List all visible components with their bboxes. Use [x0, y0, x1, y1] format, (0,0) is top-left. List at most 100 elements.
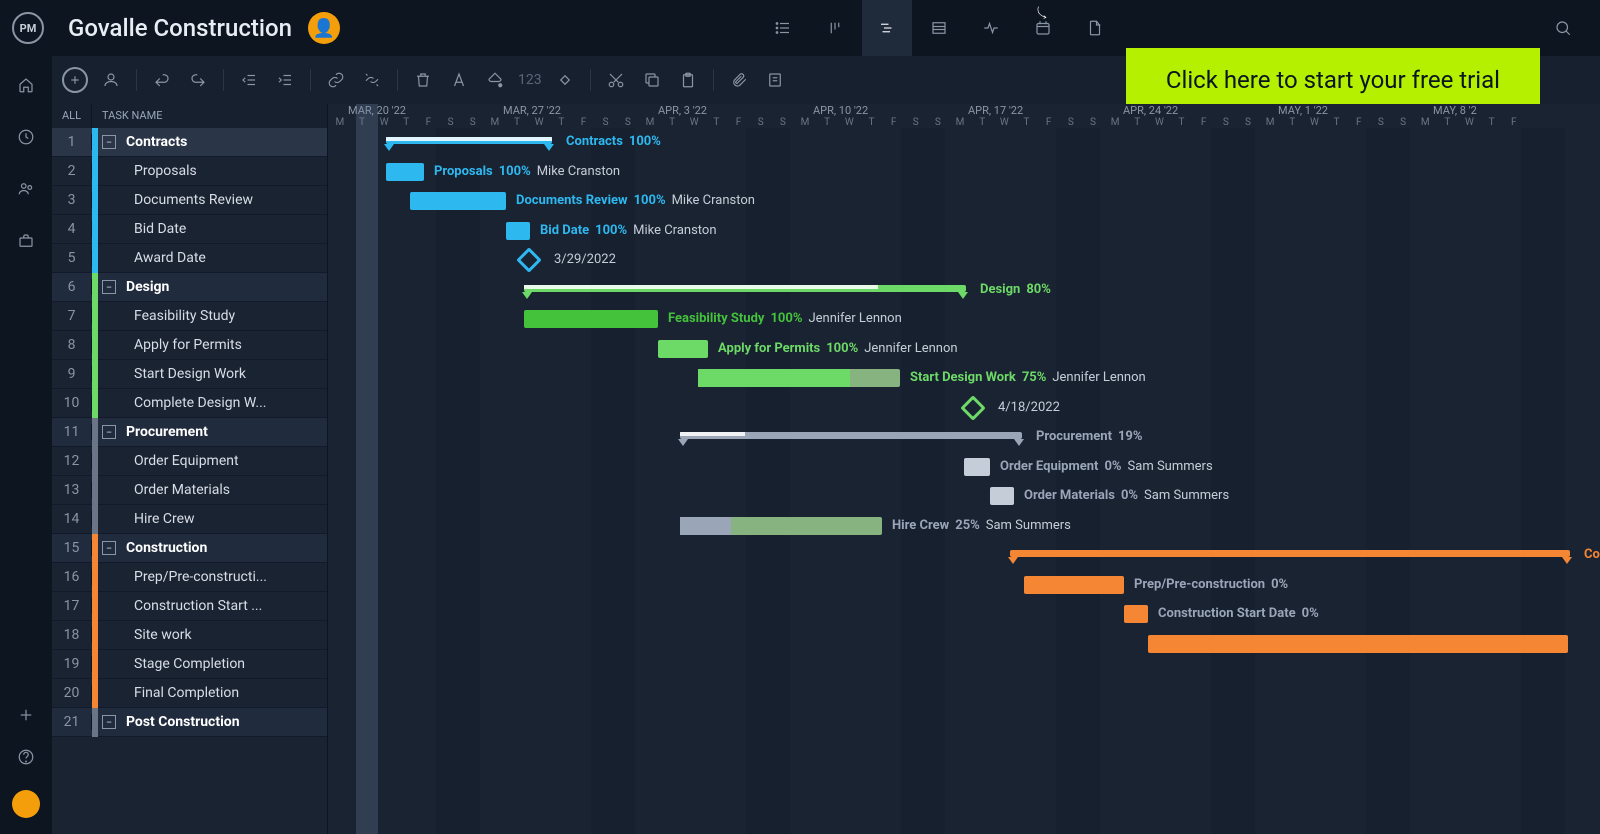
view-board-icon[interactable] [810, 0, 860, 56]
gantt-row[interactable]: Procurement19% [328, 423, 1600, 452]
task-bar[interactable] [990, 487, 1014, 505]
col-all[interactable]: ALL [52, 104, 92, 128]
task-row[interactable]: 4 Bid Date [52, 215, 327, 244]
search-icon[interactable] [1538, 0, 1588, 56]
link-icon[interactable] [323, 67, 349, 93]
assign-icon[interactable] [98, 67, 124, 93]
gantt-row[interactable]: Feasibility Study100%Jennifer Lennon [328, 305, 1600, 334]
task-row[interactable]: 17 Construction Start ... [52, 592, 327, 621]
gantt-row[interactable]: 3/29/2022 [328, 246, 1600, 275]
task-bar[interactable] [506, 222, 530, 240]
task-bar[interactable] [1024, 576, 1124, 594]
nav-add-icon[interactable] [17, 706, 35, 728]
task-row[interactable]: 19 Stage Completion [52, 650, 327, 679]
collapse-icon[interactable]: − [102, 135, 116, 149]
gantt-row[interactable]: Documents Review100%Mike Cranston [328, 187, 1600, 216]
summary-bar[interactable] [680, 432, 1022, 439]
indent-icon[interactable] [272, 67, 298, 93]
note-icon[interactable] [762, 67, 788, 93]
collapse-icon[interactable]: − [102, 541, 116, 555]
gantt-row[interactable]: Apply for Permits100%Jennifer Lennon [328, 335, 1600, 364]
collapse-icon[interactable]: − [102, 715, 116, 729]
task-row[interactable]: 18 Site work [52, 621, 327, 650]
milestone-icon[interactable] [516, 247, 541, 272]
free-trial-button[interactable]: Click here to start your free trial [1126, 48, 1540, 112]
task-bar[interactable] [386, 163, 424, 181]
task-row[interactable]: 9 Start Design Work [52, 360, 327, 389]
summary-bar[interactable] [1010, 550, 1570, 557]
task-row[interactable]: 7 Feasibility Study [52, 302, 327, 331]
view-gantt-icon[interactable] [862, 0, 912, 56]
milestone-icon[interactable] [960, 395, 985, 420]
milestone-icon[interactable] [552, 67, 578, 93]
task-row[interactable]: 15 − Construction [52, 534, 327, 563]
task-row[interactable]: 21 − Post Construction [52, 708, 327, 737]
gantt-row[interactable]: Contracts100% [328, 128, 1600, 157]
gantt-chart[interactable]: MAR, 20 '22MAR, 27 '22APR, 3 '22APR, 10 … [328, 104, 1600, 834]
view-sheet-icon[interactable] [914, 0, 964, 56]
gantt-row[interactable]: Order Materials0%Sam Summers [328, 482, 1600, 511]
redo-icon[interactable] [185, 67, 211, 93]
gantt-row[interactable]: Construction Start Date0% [328, 600, 1600, 629]
task-row[interactable]: 3 Documents Review [52, 186, 327, 215]
nav-portfolio-icon[interactable] [17, 232, 35, 254]
gantt-body[interactable]: Contracts100% Proposals100%Mike Cranston… [328, 128, 1600, 834]
task-row[interactable]: 1 − Contracts [52, 128, 327, 157]
attach-icon[interactable] [726, 67, 752, 93]
gantt-row[interactable]: Prep/Pre-construction0% [328, 571, 1600, 600]
task-bar[interactable] [1124, 605, 1148, 623]
add-task-icon[interactable] [62, 67, 88, 93]
delete-icon[interactable] [410, 67, 436, 93]
task-row[interactable]: 16 Prep/Pre-constructi... [52, 563, 327, 592]
gantt-row[interactable]: 4/18/2022 [328, 394, 1600, 423]
task-list-body[interactable]: 1 − Contracts2 Proposals3 Documents Revi… [52, 128, 327, 834]
gantt-row[interactable]: Proposals100%Mike Cranston [328, 158, 1600, 187]
gantt-row[interactable]: Bid Date100%Mike Cranston [328, 217, 1600, 246]
view-files-icon[interactable] [1070, 0, 1120, 56]
col-name[interactable]: TASK NAME [92, 104, 327, 128]
task-row[interactable]: 13 Order Materials [52, 476, 327, 505]
copy-icon[interactable] [639, 67, 665, 93]
task-row[interactable]: 11 − Procurement [52, 418, 327, 447]
nav-help-icon[interactable] [17, 748, 35, 770]
collapse-icon[interactable]: − [102, 280, 116, 294]
task-row[interactable]: 20 Final Completion [52, 679, 327, 708]
text-icon[interactable] [446, 67, 472, 93]
nav-home-icon[interactable] [17, 76, 35, 98]
task-row[interactable]: 10 Complete Design W... [52, 389, 327, 418]
task-bar[interactable] [680, 517, 882, 535]
paste-icon[interactable] [675, 67, 701, 93]
user-avatar[interactable] [12, 790, 40, 818]
summary-bar[interactable] [386, 137, 552, 144]
app-logo[interactable]: PM [12, 12, 44, 44]
task-row[interactable]: 5 Award Date [52, 244, 327, 273]
summary-bar[interactable] [524, 285, 966, 292]
gantt-row[interactable]: Hire Crew25%Sam Summers [328, 512, 1600, 541]
color-icon[interactable] [482, 67, 508, 93]
project-avatar[interactable]: 👤 [308, 12, 340, 44]
task-bar[interactable] [1148, 635, 1568, 653]
nav-team-icon[interactable] [17, 180, 35, 202]
collapse-icon[interactable]: − [102, 425, 116, 439]
task-row[interactable]: 8 Apply for Permits [52, 331, 327, 360]
undo-icon[interactable] [149, 67, 175, 93]
task-row[interactable]: 12 Order Equipment [52, 447, 327, 476]
view-calendar-icon[interactable] [1018, 0, 1068, 56]
task-bar[interactable] [658, 340, 708, 358]
gantt-row[interactable]: Construction [328, 541, 1600, 570]
nav-recent-icon[interactable] [17, 128, 35, 150]
gantt-row[interactable]: Start Design Work75%Jennifer Lennon [328, 364, 1600, 393]
outdent-icon[interactable] [236, 67, 262, 93]
gantt-row[interactable] [328, 630, 1600, 659]
task-row[interactable]: 2 Proposals [52, 157, 327, 186]
unlink-icon[interactable] [359, 67, 385, 93]
gantt-row[interactable]: Design80% [328, 276, 1600, 305]
task-bar[interactable] [410, 192, 506, 210]
cut-icon[interactable] [603, 67, 629, 93]
view-list-icon[interactable] [758, 0, 808, 56]
task-row[interactable]: 6 − Design [52, 273, 327, 302]
view-activity-icon[interactable] [966, 0, 1016, 56]
task-bar[interactable] [524, 310, 658, 328]
task-row[interactable]: 14 Hire Crew [52, 505, 327, 534]
task-bar[interactable] [964, 458, 990, 476]
